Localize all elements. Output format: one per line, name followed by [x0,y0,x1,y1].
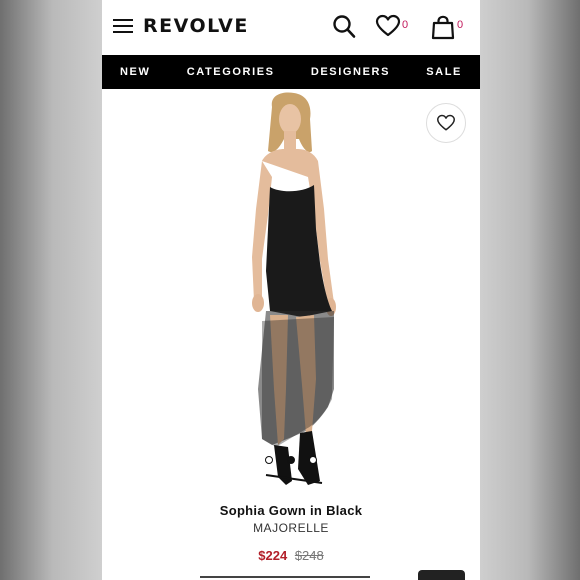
carousel-dots [265,456,317,464]
sale-price: $224 [258,548,288,563]
cut-off-text-line [200,574,370,580]
carousel-dot[interactable] [265,456,273,464]
add-to-bag-button[interactable] [418,570,465,580]
product-image-carousel[interactable] [102,89,480,492]
nav-categories[interactable]: CATEGORIES [187,66,275,78]
menu-icon[interactable] [113,19,133,35]
product-brand[interactable]: MAJORELLE [102,521,480,535]
product-photo [252,92,336,485]
heart-icon [437,114,455,131]
wishlist-count: 0 [402,19,409,31]
brand-logo[interactable]: REVOLVE [143,15,249,37]
favorite-button[interactable] [426,103,466,143]
nav-new[interactable]: NEW [120,66,150,78]
nav-sale[interactable]: SALE [426,66,462,78]
price-row: $224 $248 [102,548,480,563]
category-nav: NEW CATEGORIES DESIGNERS SALE [102,55,480,89]
product-title: Sophia Gown in Black [219,503,363,518]
wishlist-heart-icon[interactable] [375,14,401,43]
header: REVOLVE 0 0 [102,0,480,55]
carousel-dot-active[interactable] [287,456,295,464]
product-page: REVOLVE 0 0 NEW CATEGORIES DESIGNERS SAL… [102,0,480,580]
shopping-bag-icon[interactable] [431,15,455,45]
bag-count: 0 [457,19,464,31]
original-price: $248 [294,548,324,563]
nav-designers[interactable]: DESIGNERS [311,66,390,78]
carousel-dot[interactable] [309,456,317,464]
search-icon[interactable] [332,14,356,45]
